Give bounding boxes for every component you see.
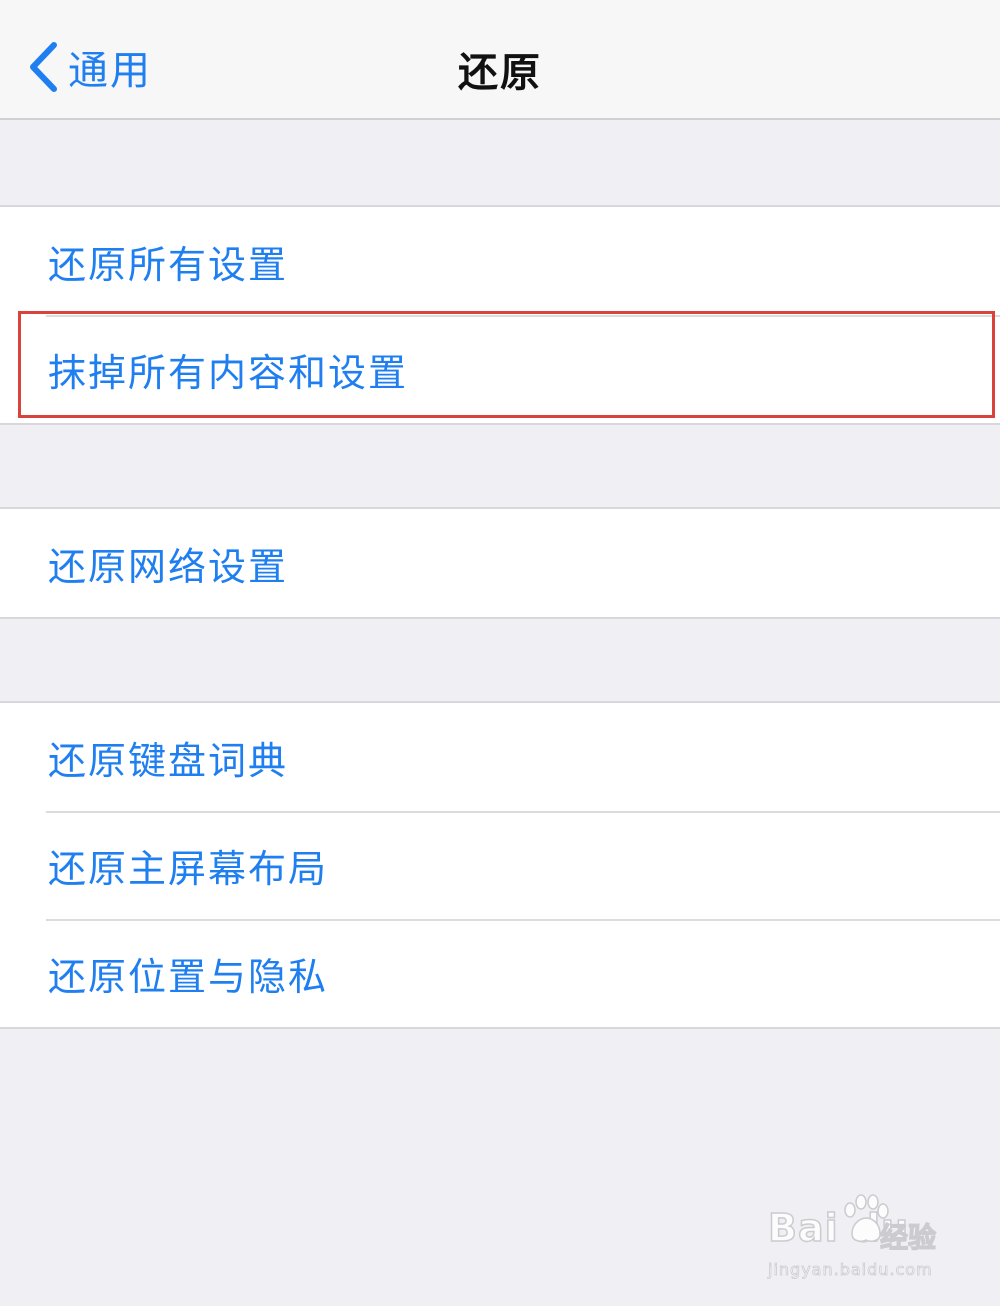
reset-network-settings-row[interactable]: 还原网络设置 bbox=[0, 509, 1000, 617]
reset-keyboard-dictionary-row[interactable]: 还原键盘词典 bbox=[0, 703, 1000, 811]
reset-group-1: 还原所有设置 抹掉所有内容和设置 bbox=[0, 205, 1000, 425]
reset-home-screen-layout-row[interactable]: 还原主屏幕布局 bbox=[0, 811, 1000, 919]
row-label: 还原网络设置 bbox=[48, 544, 289, 589]
row-label: 还原位置与隐私 bbox=[48, 954, 329, 999]
baidu-watermark: Bai du 经验 jingyan.baidu.com bbox=[762, 1192, 962, 1287]
watermark-brand-cn: 经验 bbox=[879, 1220, 937, 1254]
page-title: 还原 bbox=[458, 50, 542, 96]
reset-group-2: 还原网络设置 bbox=[0, 507, 1000, 619]
row-label: 还原键盘词典 bbox=[48, 738, 289, 783]
row-label: 还原所有设置 bbox=[48, 242, 289, 287]
watermark-url: jingyan.baidu.com bbox=[768, 1260, 933, 1280]
reset-all-settings-row[interactable]: 还原所有设置 bbox=[0, 207, 1000, 315]
navigation-bar: 通用 还原 bbox=[0, 0, 1000, 120]
erase-all-content-and-settings-row[interactable]: 抹掉所有内容和设置 bbox=[0, 315, 1000, 423]
reset-location-privacy-row[interactable]: 还原位置与隐私 bbox=[0, 919, 1000, 1027]
row-label: 还原主屏幕布局 bbox=[48, 846, 329, 891]
reset-group-3: 还原键盘词典 还原主屏幕布局 还原位置与隐私 bbox=[0, 701, 1000, 1029]
row-label: 抹掉所有内容和设置 bbox=[48, 350, 409, 395]
